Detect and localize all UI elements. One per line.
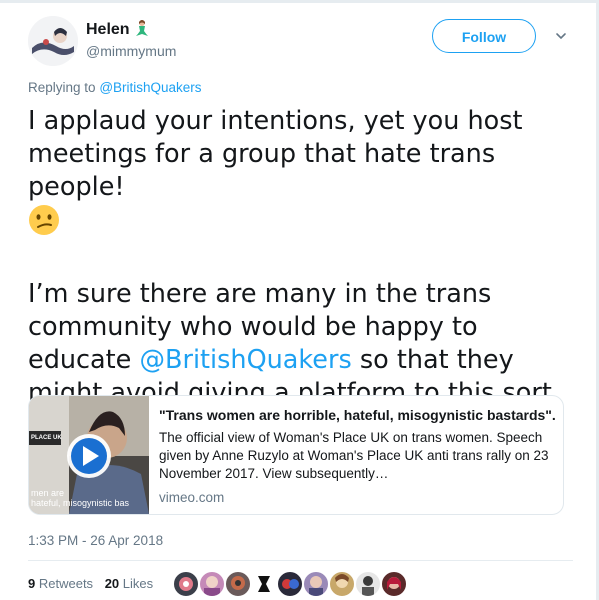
reply-mention-link[interactable]: @BritishQuakers (99, 80, 201, 95)
link-card[interactable]: PLACE UK men are hateful, misogynistic b… (28, 395, 564, 515)
liker-avatar[interactable] (251, 571, 277, 597)
tweet-header: Helen @mimmymum Follow (28, 16, 573, 72)
thumbnail-caption-1: men are (31, 488, 65, 498)
display-name[interactable]: Helen (86, 21, 130, 38)
liker-avatar[interactable] (277, 571, 303, 597)
avatar[interactable] (28, 16, 78, 66)
card-description: The official view of Woman's Place UK on… (159, 430, 549, 481)
likes-count: 20 (104, 576, 120, 591)
liker-avatar[interactable] (381, 571, 407, 597)
card-title[interactable]: "Trans women are horrible, hateful, miso… (159, 406, 555, 425)
card-domain: vimeo.com (159, 490, 225, 505)
retweets-label: Retweets (38, 576, 94, 591)
card-body: "Trans women are horrible, hateful, miso… (159, 406, 555, 505)
top-border (0, 0, 599, 3)
author-names: Helen @mimmymum (86, 19, 176, 59)
tweet-timestamp[interactable]: 1:33 PM - 26 Apr 2018 (28, 533, 163, 548)
retweets-count: 9 (28, 576, 36, 591)
tweet-text-part-1: I applaud your intentions, yet you host … (28, 106, 523, 202)
retweets-stat[interactable]: 9 Retweets (28, 576, 93, 591)
tweet-paragraph-1: I applaud your intentions, yet you host … (28, 105, 573, 245)
liker-avatar[interactable] (329, 571, 355, 597)
divider (28, 560, 573, 561)
tweet-mention-link[interactable]: @BritishQuakers (139, 345, 351, 375)
liker-avatar[interactable] (225, 571, 251, 597)
tweet-stats: 9 Retweets 20 Likes (28, 576, 153, 591)
chevron-down-icon[interactable] (555, 30, 567, 42)
liker-avatar[interactable] (199, 571, 225, 597)
confused-face-emoji-icon (28, 204, 60, 245)
thumbnail-caption-2: hateful, misogynistic bas (31, 498, 130, 508)
likes-stat[interactable]: 20 Likes (105, 576, 153, 591)
video-thumbnail[interactable]: PLACE UK men are hateful, misogynistic b… (29, 396, 149, 514)
likes-label: Likes (122, 576, 154, 591)
replying-to: Replying to @BritishQuakers (28, 80, 202, 95)
liker-avatar[interactable] (355, 571, 381, 597)
liker-avatar[interactable] (173, 571, 199, 597)
handle[interactable]: @mimmymum (86, 43, 176, 59)
liker-avatar[interactable] (303, 571, 329, 597)
thumbnail-label: PLACE UK (31, 435, 62, 441)
thumbnail-caption: men are hateful, misogynistic bas (31, 488, 129, 508)
mermaid-emoji-icon (134, 19, 150, 37)
follow-button[interactable]: Follow (432, 19, 536, 53)
reply-prefix: Replying to (28, 80, 96, 95)
